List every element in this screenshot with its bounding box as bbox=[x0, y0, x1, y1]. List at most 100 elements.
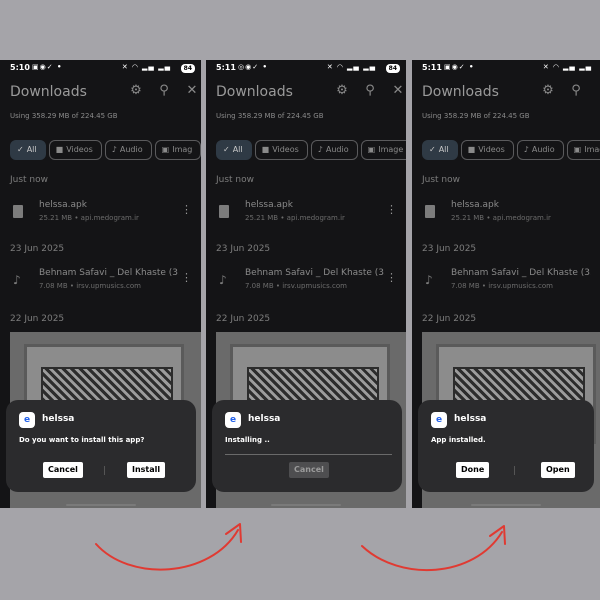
file-name: Behnam Safavi _ Del Khaste (3..... bbox=[39, 268, 179, 278]
document-icon bbox=[219, 205, 231, 219]
install-dialog: e helssa Do you want to install this app… bbox=[6, 400, 196, 492]
search-icon[interactable]: ⚲ bbox=[156, 83, 172, 99]
open-button[interactable]: Open bbox=[541, 462, 575, 478]
check-icon: ✓ bbox=[429, 145, 436, 154]
chip-videos[interactable]: ■ Videos bbox=[254, 140, 308, 160]
top-bar: Downloads ⚙ ⚲ ✕ bbox=[10, 82, 197, 102]
chip-audio[interactable]: ♪ Audio bbox=[310, 140, 358, 160]
section-header: Just now bbox=[422, 175, 461, 185]
notification-icons: ◎◉✓ • bbox=[238, 63, 268, 71]
list-item[interactable]: ♪ Behnam Safavi _ Del Khaste (3..... 7.0… bbox=[422, 268, 594, 298]
chip-images[interactable]: ▣Image bbox=[360, 140, 406, 160]
music-note-icon: ♪ bbox=[111, 145, 117, 154]
chip-videos[interactable]: ■ Videos bbox=[460, 140, 514, 160]
file-meta: 7.08 MB • irsv.upmusics.com bbox=[451, 282, 553, 290]
installed-dialog: e helssa App installed. Done Open bbox=[418, 400, 594, 492]
top-bar: Downloads ⚙ ⚲ bbox=[422, 82, 594, 102]
storage-usage: Using 358.29 MB of 224.45 GB bbox=[10, 112, 118, 120]
close-icon[interactable]: ✕ bbox=[390, 83, 406, 99]
check-icon: ✓ bbox=[17, 145, 24, 154]
more-options-icon[interactable]: ⋮ bbox=[181, 271, 192, 284]
search-icon[interactable]: ⚲ bbox=[362, 83, 378, 99]
video-icon: ■ bbox=[467, 145, 476, 154]
check-icon: ✓ bbox=[223, 145, 230, 154]
storage-usage: Using 358.29 MB of 224.45 GB bbox=[422, 112, 530, 120]
dialog-message: Do you want to install this app? bbox=[19, 436, 145, 444]
list-item[interactable]: helssa.apk 25.21 MB • api.medogram.ir ⋮ bbox=[10, 200, 195, 230]
filter-chips: ✓ All ■ Videos ♪ Audio ▣ Imag bbox=[10, 140, 201, 160]
chip-all[interactable]: ✓ All bbox=[10, 140, 46, 160]
dialog-message: Installing .. bbox=[225, 436, 270, 444]
screen-installed: 5:11 ▣◉✓ • ✕ ◠ ▂▄ ▂▄ Downloads ⚙ ⚲ Using… bbox=[412, 60, 600, 508]
music-note-icon: ♪ bbox=[219, 273, 227, 287]
install-button[interactable]: Install bbox=[127, 462, 166, 478]
app-icon: e bbox=[225, 412, 241, 428]
search-icon[interactable]: ⚲ bbox=[568, 83, 584, 99]
dialog-message: App installed. bbox=[431, 436, 486, 444]
app-icon: e bbox=[431, 412, 447, 428]
image-icon: ▣ bbox=[367, 145, 376, 154]
more-options-icon[interactable]: ⋮ bbox=[386, 203, 397, 216]
more-options-icon[interactable]: ⋮ bbox=[181, 203, 192, 216]
list-item[interactable]: helssa.apk 25.21 MB • api.medogram.ir bbox=[422, 200, 594, 230]
more-options-icon[interactable]: ⋮ bbox=[386, 271, 397, 284]
battery-indicator: 84 bbox=[180, 64, 195, 73]
file-meta: 25.21 MB • api.medogram.ir bbox=[245, 214, 345, 222]
music-note-icon: ♪ bbox=[523, 145, 529, 154]
chip-images[interactable]: ▣Image bbox=[566, 140, 600, 160]
file-name: helssa.apk bbox=[39, 200, 87, 210]
signal-icons: ✕ ◠ ▂▄ ▂▄ bbox=[542, 63, 592, 71]
button-divider bbox=[104, 466, 105, 475]
list-item[interactable]: ♪ Behnam Safavi _ Del Khaste (3..... 7.0… bbox=[10, 268, 195, 298]
status-time: 5:11 bbox=[422, 63, 442, 72]
gear-icon[interactable]: ⚙ bbox=[540, 83, 556, 99]
page-title: Downloads bbox=[422, 84, 499, 100]
list-item[interactable]: helssa.apk 25.21 MB • api.medogram.ir ⋮ bbox=[216, 200, 400, 230]
close-icon[interactable]: ✕ bbox=[184, 83, 200, 99]
dialog-app-name: helssa bbox=[454, 414, 487, 424]
arrow-right-icon bbox=[361, 525, 506, 572]
home-indicator[interactable] bbox=[471, 504, 541, 506]
status-time: 5:10 bbox=[10, 63, 30, 72]
file-meta: 25.21 MB • api.medogram.ir bbox=[451, 214, 551, 222]
document-icon bbox=[13, 205, 25, 219]
chip-audio[interactable]: ♪ Audio bbox=[516, 140, 564, 160]
section-header: 22 Jun 2025 bbox=[10, 314, 65, 324]
video-icon: ■ bbox=[55, 145, 64, 154]
done-button[interactable]: Done bbox=[456, 462, 490, 478]
screen-installing: 5:11 ◎◉✓ • ✕ ◠ ▂▄ ▂▄ 84 Downloads ⚙ ⚲ ✕ … bbox=[206, 60, 406, 508]
chip-images[interactable]: ▣ Imag bbox=[154, 140, 201, 160]
cancel-button[interactable]: Cancel bbox=[289, 462, 329, 478]
music-note-icon: ♪ bbox=[13, 273, 21, 287]
chip-all[interactable]: ✓ All bbox=[422, 140, 458, 160]
file-meta: 25.21 MB • api.medogram.ir bbox=[39, 214, 139, 222]
image-icon: ▣ bbox=[161, 145, 170, 154]
dialog-app-name: helssa bbox=[248, 414, 281, 424]
page-title: Downloads bbox=[10, 84, 87, 100]
file-meta: 7.08 MB • irsv.upmusics.com bbox=[245, 282, 347, 290]
app-icon: e bbox=[19, 412, 35, 428]
section-header: 23 Jun 2025 bbox=[422, 244, 477, 254]
home-indicator[interactable] bbox=[271, 504, 341, 506]
gear-icon[interactable]: ⚙ bbox=[128, 83, 144, 99]
notification-icons: ▣◉✓ • bbox=[32, 63, 63, 71]
filter-chips: ✓All■Videos♪Audio▣Image bbox=[216, 140, 406, 160]
arrow-right-icon bbox=[95, 523, 242, 571]
cancel-button[interactable]: Cancel bbox=[43, 462, 83, 478]
chip-audio[interactable]: ♪ Audio bbox=[104, 140, 152, 160]
list-item[interactable]: ♪ Behnam Safavi _ Del Khaste (3..... 7.0… bbox=[216, 268, 400, 298]
file-name: helssa.apk bbox=[451, 200, 499, 210]
section-header: 22 Jun 2025 bbox=[216, 314, 271, 324]
battery-indicator: 84 bbox=[385, 64, 400, 73]
button-divider bbox=[514, 466, 515, 475]
section-header: Just now bbox=[216, 175, 255, 185]
home-indicator[interactable] bbox=[65, 504, 136, 506]
chip-videos[interactable]: ■ Videos bbox=[48, 140, 102, 160]
file-name: Behnam Safavi _ Del Khaste (3..... bbox=[245, 268, 385, 278]
gear-icon[interactable]: ⚙ bbox=[334, 83, 350, 99]
storage-usage: Using 358.29 MB of 224.45 GB bbox=[216, 112, 324, 120]
chip-all[interactable]: ✓ All bbox=[216, 140, 252, 160]
section-header: Just now bbox=[10, 175, 49, 185]
status-bar: 5:11 ◎◉✓ • ✕ ◠ ▂▄ ▂▄ 84 bbox=[216, 63, 400, 75]
music-note-icon: ♪ bbox=[317, 145, 323, 154]
